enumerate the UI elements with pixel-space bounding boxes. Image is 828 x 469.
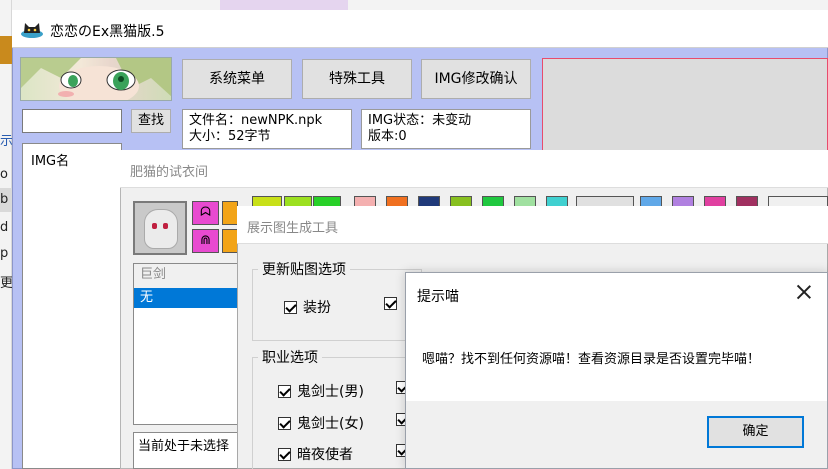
equipment-list[interactable]: 巨剑 无: [133, 263, 241, 425]
img-version-text: 版本:0: [368, 129, 407, 144]
job-label: 鬼剑士(男): [297, 384, 364, 400]
img-list-header: IMG名: [31, 154, 70, 169]
img-info-box: IMG状态：未变动 版本:0: [361, 109, 531, 149]
equip-slot-coat-icon[interactable]: ⋒: [192, 229, 219, 253]
fitting-status-text: 当前处于未选择: [133, 432, 241, 469]
job-checkbox[interactable]: 鬼剑士(男): [278, 381, 364, 401]
file-info-box: 文件名：newNPK.npk 大小：52字节: [182, 109, 352, 149]
preview-area[interactable]: [542, 58, 828, 158]
alert-message: 嗯喵？找不到任何资源喵！查看资源目录是否设置完毕喵！: [422, 352, 761, 367]
showcase-tool-title: 展示图生成工具: [247, 221, 339, 236]
background-item[interactable]: 更: [0, 272, 13, 291]
character-thumbnail[interactable]: [133, 201, 187, 255]
fitting-room-title-bar: 肥猫的试衣间: [120, 150, 828, 188]
search-button[interactable]: 查找: [131, 109, 171, 133]
anime-banner-image: [20, 57, 172, 101]
system-menu-button[interactable]: 系统菜单: [182, 59, 292, 99]
background-item[interactable]: p: [0, 246, 12, 261]
checkbox-checked-icon[interactable]: [278, 447, 291, 461]
showcase-tool-title-bar: 展示图生成工具: [237, 206, 828, 244]
cat-app-icon: [21, 23, 43, 38]
equip-slot-weapon-icon[interactable]: [222, 229, 238, 253]
background-item[interactable]: d: [0, 220, 12, 235]
background-side-mark: 示: [0, 134, 14, 149]
job-checkbox[interactable]: 暗夜使者: [278, 444, 353, 464]
alert-dialog: 提示喵 嗯喵？找不到任何资源喵！查看资源目录是否设置完毕喵！ 确定: [405, 272, 828, 469]
job-label: 鬼剑士(女): [297, 416, 364, 432]
checkbox-checked-icon[interactable]: [278, 416, 291, 430]
equipment-list-item[interactable]: 无: [134, 288, 240, 308]
job-options-label: 职业选项: [258, 347, 322, 367]
job-checkbox[interactable]: 鬼剑士(女): [278, 413, 364, 433]
file-size-text: 大小：52字节: [189, 129, 271, 144]
img-list[interactable]: IMG名: [22, 143, 122, 469]
file-name-text: 文件名：newNPK.npk: [189, 113, 323, 128]
equipment-category-header: 巨剑: [134, 264, 240, 288]
checkbox-checked-icon[interactable]: [284, 300, 297, 314]
background-top-bar: [12, 0, 828, 10]
background-accent: [0, 36, 12, 64]
option-costume-checkbox[interactable]: 装扮: [284, 297, 331, 317]
special-tools-button[interactable]: 特殊工具: [302, 59, 412, 99]
option-checkbox[interactable]: [384, 297, 403, 310]
alert-footer: 确定: [406, 401, 827, 468]
character-face: [144, 209, 178, 249]
update-options-label: 更新贴图选项: [258, 259, 350, 279]
alert-title: 提示喵: [417, 289, 459, 305]
ok-button[interactable]: 确定: [707, 416, 804, 448]
checkbox-checked-icon[interactable]: [384, 297, 397, 310]
img-status-text: IMG状态：未变动: [368, 113, 472, 128]
background-item[interactable]: b: [0, 192, 12, 207]
background-tab: [220, 0, 348, 10]
character-eye: [152, 223, 157, 229]
option-label: 装扮: [303, 300, 331, 316]
character-eye: [163, 223, 168, 229]
checkbox-checked-icon[interactable]: [278, 384, 291, 398]
equip-slot-hair-icon[interactable]: [222, 201, 238, 225]
job-label: 暗夜使者: [297, 447, 353, 463]
close-icon[interactable]: [795, 283, 813, 301]
banner-art: [21, 58, 171, 100]
main-title-bar: 恋恋のEx黑猫版.5: [12, 10, 828, 48]
background-item[interactable]: o: [0, 167, 12, 182]
search-input[interactable]: [22, 109, 122, 133]
equip-slot-hat-icon[interactable]: ᗣ: [192, 201, 219, 225]
img-confirm-button[interactable]: IMG修改确认: [421, 59, 531, 99]
main-title: 恋恋のEx黑猫版.5: [50, 24, 165, 40]
fitting-room-title: 肥猫的试衣间: [130, 165, 209, 180]
